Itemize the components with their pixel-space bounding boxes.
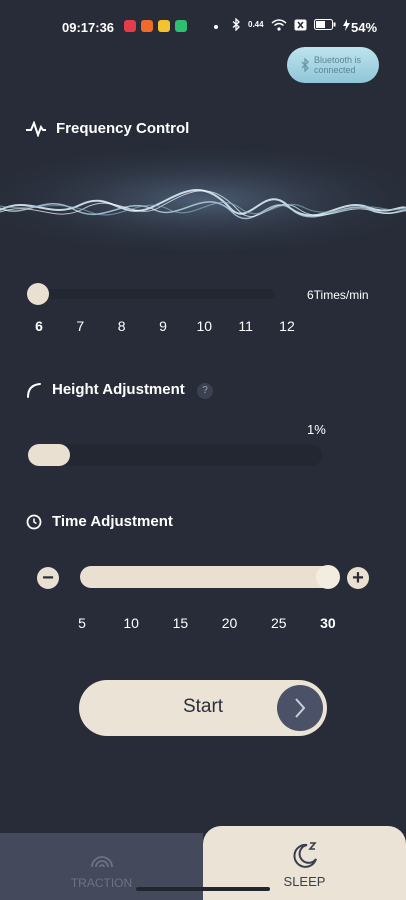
wave-graphic (0, 150, 406, 250)
system-icons: 0.44 (232, 18, 350, 31)
time-slider-handle[interactable] (316, 565, 340, 589)
chevron-right-icon (295, 698, 306, 718)
height-value: 1% (307, 422, 326, 437)
traction-icon (91, 856, 113, 868)
sleep-moon-icon (293, 842, 317, 868)
height-slider-handle[interactable] (28, 444, 70, 466)
wifi-icon (271, 18, 287, 31)
frequency-header: Frequency Control (26, 120, 189, 137)
app-notification-icon (158, 20, 170, 32)
time-tick[interactable]: 5 (70, 615, 94, 631)
frequency-slider-handle[interactable] (27, 283, 49, 305)
height-slider-track[interactable] (28, 444, 322, 466)
notification-dot-icon (214, 25, 218, 29)
pulse-icon (26, 120, 46, 137)
time-slider-fill (80, 566, 337, 588)
battery-icon (313, 19, 336, 30)
time-header: Time Adjustment (26, 513, 173, 530)
frequency-tick[interactable]: 7 (69, 318, 91, 334)
frequency-tick[interactable]: 8 (111, 318, 133, 334)
time-ticks: 5 10 15 20 25 30 (70, 615, 340, 631)
charging-icon (342, 18, 350, 31)
frequency-tick[interactable]: 11 (235, 318, 257, 334)
time-tick[interactable]: 10 (119, 615, 143, 631)
bluetooth-icon (301, 58, 309, 72)
battery-percent: 54% (351, 20, 378, 35)
app-notification-icon (175, 20, 187, 32)
time-tick[interactable]: 25 (267, 615, 291, 631)
arc-icon (27, 382, 41, 398)
frequency-tick[interactable]: 10 (193, 318, 215, 334)
app-notification-icon (124, 20, 136, 32)
frequency-tick[interactable]: 9 (152, 318, 174, 334)
frequency-tick[interactable]: 12 (276, 318, 298, 334)
frequency-value: 6Times/min (307, 288, 369, 302)
start-arrow-button[interactable] (277, 685, 323, 731)
sim-off-icon (294, 19, 307, 30)
notification-icons (124, 20, 187, 32)
height-title: Height Adjustment (52, 381, 185, 398)
clock-icon (26, 514, 42, 529)
decrease-time-button[interactable]: − (37, 567, 59, 589)
bluetooth-status-icon (232, 18, 240, 31)
home-indicator (136, 887, 270, 891)
status-bar: 09:17:36 0.44 54% (0, 0, 406, 52)
height-header: Height Adjustment (26, 381, 185, 398)
increase-time-button[interactable]: + (347, 567, 369, 589)
bluetooth-status-label: Bluetooth is connected (314, 55, 362, 75)
app-notification-icon (141, 20, 153, 32)
frequency-title: Frequency Control (56, 120, 190, 137)
time-tick[interactable]: 15 (168, 615, 192, 631)
frequency-ticks: 6 7 8 9 10 11 12 (28, 318, 298, 334)
time-tick[interactable]: 30 (316, 615, 340, 631)
network-speed-text: 0.44 (248, 20, 264, 29)
help-button[interactable]: ? (197, 383, 213, 399)
bluetooth-status-button[interactable]: Bluetooth is connected (287, 47, 379, 83)
time-title: Time Adjustment (52, 513, 173, 530)
time-tick[interactable]: 20 (218, 615, 242, 631)
frequency-slider-track[interactable] (30, 289, 275, 299)
frequency-tick[interactable]: 6 (28, 318, 50, 334)
status-time: 09:17:36 (62, 20, 115, 35)
